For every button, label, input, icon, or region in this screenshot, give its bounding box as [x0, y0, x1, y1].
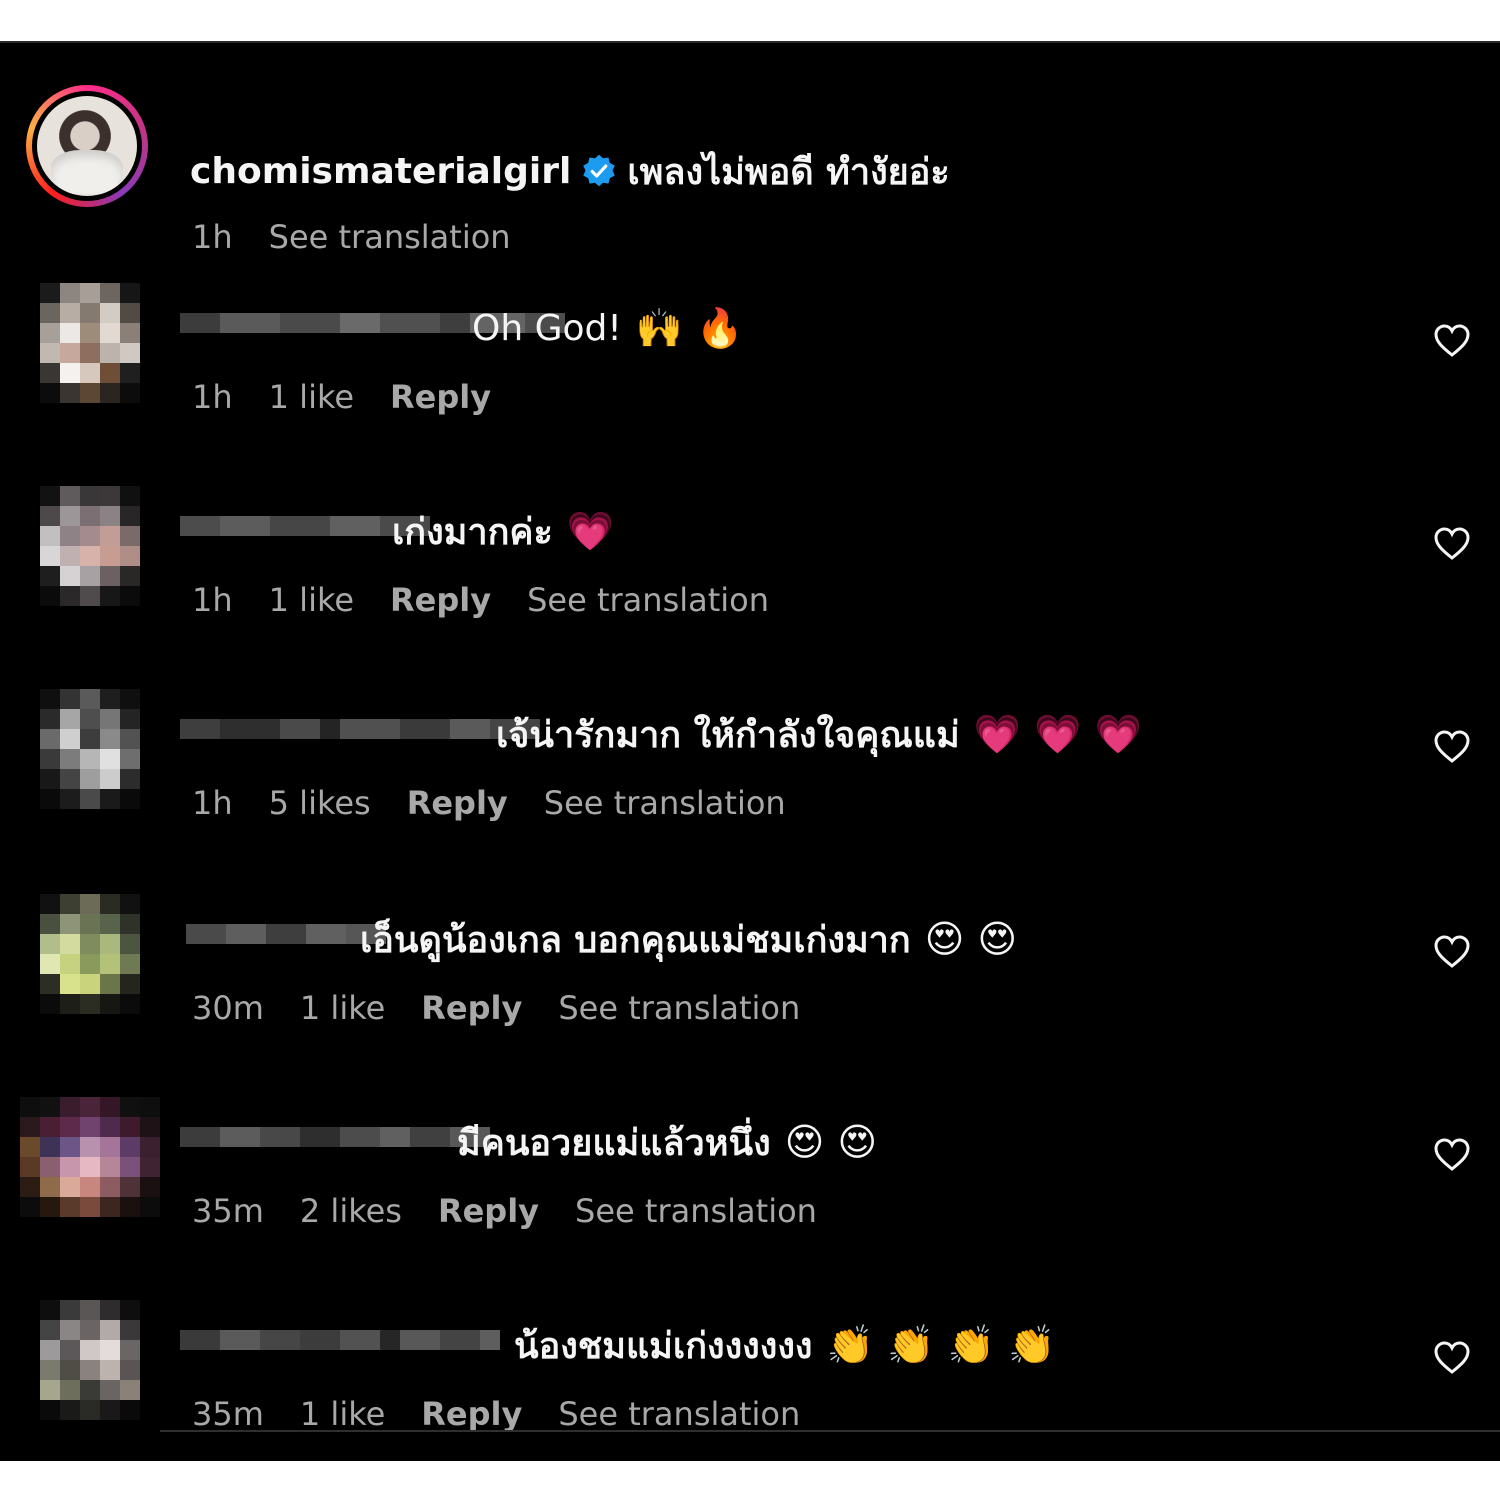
see-translation-link[interactable]: See translation: [269, 218, 511, 256]
comments-panel: chomismaterialgirl เพลงไม่พอดี ทำงัยอ่ะ …: [0, 41, 1500, 1461]
comment-time: 35m: [192, 1192, 264, 1230]
see-translation-link[interactable]: See translation: [558, 1395, 800, 1433]
comment-likes[interactable]: 1 like: [300, 1395, 385, 1433]
post-caption: chomismaterialgirl เพลงไม่พอดี ทำงัยอ่ะ: [190, 141, 950, 201]
see-translation-link[interactable]: See translation: [575, 1192, 817, 1230]
avatar[interactable]: [40, 1300, 140, 1420]
comment-text-container: มีคนอวยแม่แล้วหนึ่ง 😍 😍: [457, 1112, 877, 1172]
heart-outline-icon[interactable]: [1432, 1135, 1472, 1175]
comment-item: น้องชมแม่เก่งงงงงง 👏 👏 👏 👏 35m 1 like Re…: [0, 1300, 1500, 1461]
comment-meta: 1h 5 likes Reply See translation: [192, 784, 786, 822]
avatar[interactable]: [40, 894, 140, 1014]
heart-outline-icon[interactable]: [1432, 1338, 1472, 1378]
post-username[interactable]: chomismaterialgirl: [190, 151, 571, 192]
comment-text-container: เจ้น่ารักมาก ให้กำลังใจคุณแม่ 💗 💗 💗: [496, 704, 1142, 764]
comment-time: 1h: [192, 581, 233, 619]
avatar[interactable]: [40, 486, 140, 606]
comment-text: เก่งมากค่ะ: [392, 511, 553, 553]
reply-button[interactable]: Reply: [407, 784, 508, 822]
emoji-clapping-hands: 👏 👏 👏 👏: [826, 1323, 1056, 1367]
heart-outline-icon[interactable]: [1432, 524, 1472, 564]
see-translation-link[interactable]: See translation: [558, 989, 800, 1027]
comment-likes[interactable]: 5 likes: [269, 784, 371, 822]
username-blurred[interactable]: [180, 1320, 500, 1360]
avatar-ring-gap: [32, 91, 142, 201]
heart-outline-icon[interactable]: [1432, 727, 1472, 767]
emoji-pink-hearts: 💗 💗 💗: [973, 712, 1143, 756]
comment-text: เอ็นดูน้องเกล บอกคุณแม่ชมเก่งมาก: [360, 919, 911, 961]
avatar[interactable]: [40, 689, 140, 809]
avatar[interactable]: [20, 1097, 160, 1217]
comment-likes[interactable]: 2 likes: [300, 1192, 402, 1230]
comment-item: Oh God! 🙌 🔥 1h 1 like Reply: [0, 283, 1500, 473]
comment-meta: 1h 1 like Reply See translation: [192, 581, 769, 619]
comment-text-container: เก่งมากค่ะ 💗: [392, 501, 614, 561]
username-blurred[interactable]: [186, 914, 386, 954]
emoji-heart-eyes: 😍 😍: [784, 1120, 878, 1164]
comment-item: เอ็นดูน้องเกล บอกคุณแม่ชมเก่งมาก 😍 😍 30m…: [0, 894, 1500, 1084]
post-meta: 1h See translation: [192, 218, 511, 256]
reply-button[interactable]: Reply: [390, 581, 491, 619]
avatar-photo: [37, 96, 137, 196]
username-blurred[interactable]: [180, 1117, 490, 1157]
comment-meta: 1h 1 like Reply: [192, 378, 491, 416]
comment-meta: 35m 1 like Reply See translation: [192, 1395, 800, 1433]
comment-time: 30m: [192, 989, 264, 1027]
emoji-raising-hands-fire: 🙌 🔥: [635, 306, 744, 350]
username-blurred[interactable]: [180, 709, 540, 749]
reply-button[interactable]: Reply: [421, 989, 522, 1027]
reply-button[interactable]: Reply: [438, 1192, 539, 1230]
story-ring-avatar[interactable]: [26, 85, 148, 207]
see-translation-link[interactable]: See translation: [544, 784, 786, 822]
emoji-heart-eyes: 😍 😍: [924, 917, 1018, 961]
reply-button[interactable]: Reply: [421, 1395, 522, 1433]
avatar[interactable]: [40, 283, 140, 403]
comment-meta: 35m 2 likes Reply See translation: [192, 1192, 817, 1230]
comment-time: 1h: [192, 378, 233, 416]
heart-outline-icon[interactable]: [1432, 932, 1472, 972]
comment-text-container: น้องชมแม่เก่งงงงงง 👏 👏 👏 👏: [514, 1315, 1055, 1375]
comment-item: มีคนอวยแม่แล้วหนึ่ง 😍 😍 35m 2 likes Repl…: [0, 1097, 1500, 1287]
comment-text: มีคนอวยแม่แล้วหนึ่ง: [457, 1122, 771, 1164]
emoji-pink-heart: 💗: [566, 509, 615, 553]
comment-text-container: Oh God! 🙌 🔥: [472, 298, 744, 358]
comment-likes[interactable]: 1 like: [269, 581, 354, 619]
comment-meta: 30m 1 like Reply See translation: [192, 989, 800, 1027]
verified-badge-icon: [583, 154, 616, 187]
divider: [160, 1430, 1500, 1432]
comment-time: 1h: [192, 784, 233, 822]
comment-text: เจ้น่ารักมาก ให้กำลังใจคุณแม่: [496, 714, 960, 756]
comment-time: 35m: [192, 1395, 264, 1433]
post-time: 1h: [192, 218, 233, 256]
heart-outline-icon[interactable]: [1432, 321, 1472, 361]
comment-text: น้องชมแม่เก่งงงงงง: [514, 1325, 813, 1367]
post-text: เพลงไม่พอดี ทำงัยอ่ะ: [627, 151, 950, 193]
comment-likes[interactable]: 1 like: [300, 989, 385, 1027]
comment-item: เก่งมากค่ะ 💗 1h 1 like Reply See transla…: [0, 486, 1500, 676]
comment-item: เจ้น่ารักมาก ให้กำลังใจคุณแม่ 💗 💗 💗 1h 5…: [0, 689, 1500, 879]
reply-button[interactable]: Reply: [390, 378, 491, 416]
comment-text: Oh God!: [472, 307, 622, 349]
comment-likes[interactable]: 1 like: [269, 378, 354, 416]
see-translation-link[interactable]: See translation: [527, 581, 769, 619]
comment-text-container: เอ็นดูน้องเกล บอกคุณแม่ชมเก่งมาก 😍 😍: [360, 909, 1017, 969]
